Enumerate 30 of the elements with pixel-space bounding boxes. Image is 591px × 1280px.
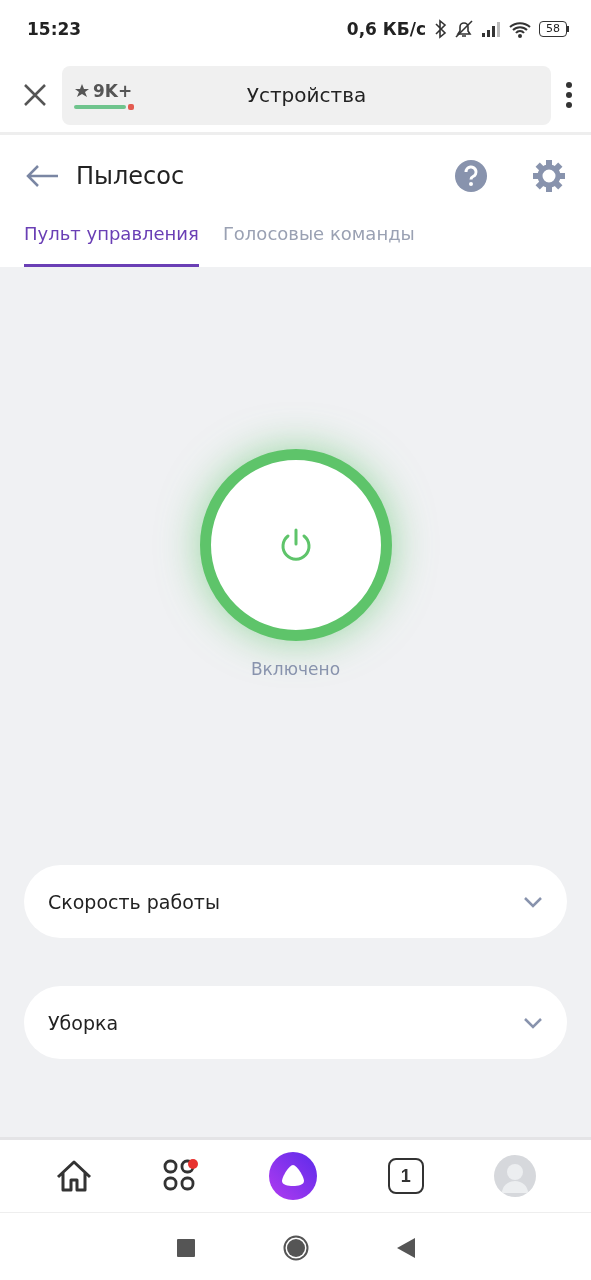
back-icon[interactable] — [396, 1238, 415, 1258]
rating-bar-icon — [74, 103, 134, 110]
help-icon[interactable] — [455, 160, 487, 192]
dropdown[interactable]: Скорость работы — [24, 865, 567, 938]
rating: 9K+ — [93, 80, 133, 101]
device-title: Пылесос — [76, 162, 186, 190]
recents-icon[interactable] — [176, 1239, 195, 1257]
home-circle-icon[interactable] — [282, 1235, 309, 1261]
close-icon[interactable] — [22, 82, 48, 108]
services-icon[interactable] — [163, 1159, 200, 1193]
network-speed: 0,6 КБ/с — [346, 19, 426, 39]
star-icon — [74, 83, 90, 98]
chevron-down-icon — [523, 895, 543, 908]
battery-icon: 58 — [539, 21, 569, 37]
signal-icon — [481, 20, 501, 38]
dropdown[interactable]: Уборка — [24, 986, 567, 1059]
more-icon[interactable] — [565, 82, 573, 108]
bluetooth-icon — [433, 19, 447, 39]
assistant-icon[interactable] — [269, 1152, 318, 1200]
power-status: Включено — [250, 659, 341, 679]
address-bar[interactable]: 9K+ Устройства — [62, 65, 551, 125]
muted-bell-icon — [454, 19, 474, 39]
settings-icon[interactable] — [533, 160, 565, 192]
back-arrow-icon[interactable] — [26, 164, 58, 188]
wifi-icon — [508, 19, 532, 39]
home-icon[interactable] — [55, 1159, 94, 1193]
clock: 15:23 — [27, 19, 82, 39]
tabs-count-button[interactable]: 1 — [387, 1158, 424, 1194]
chevron-down-icon — [523, 1016, 543, 1029]
page-title: Устройства — [246, 83, 368, 107]
